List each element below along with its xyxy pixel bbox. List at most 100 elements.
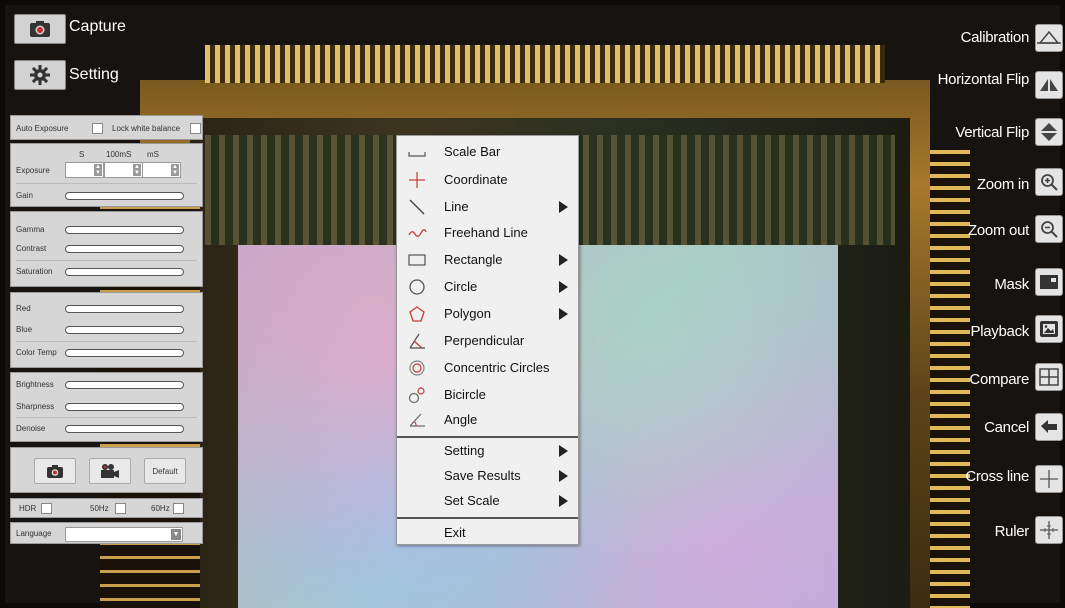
menu-item-exit[interactable]: Exit: [397, 520, 578, 546]
menu-item-freehand-line[interactable]: Freehand Line: [397, 220, 578, 246]
cross-line-label[interactable]: Cross line: [965, 468, 1029, 486]
cancel-label[interactable]: Cancel: [984, 419, 1029, 437]
red-slider[interactable]: [65, 305, 184, 313]
playback-label[interactable]: Playback: [971, 323, 1030, 341]
denoise-row: Denoise: [11, 421, 202, 437]
sharpness-slider[interactable]: [65, 403, 184, 411]
denoise-slider[interactable]: [65, 425, 184, 433]
brightness-row: Brightness: [11, 377, 202, 393]
compare-button[interactable]: [1035, 363, 1063, 391]
menu-item-line[interactable]: Line: [397, 194, 578, 220]
calibration-button[interactable]: [1035, 24, 1063, 52]
brightness-slider[interactable]: [65, 381, 184, 389]
menu-item-label: Line: [444, 199, 469, 214]
50hz-checkbox[interactable]: [115, 503, 126, 514]
compare-label[interactable]: Compare: [969, 371, 1029, 389]
color-panel: Red Blue Color Temp: [10, 292, 203, 368]
menu-item-bicircle[interactable]: Bicircle: [397, 382, 578, 408]
vertical-flip-label[interactable]: Vertical Flip: [955, 124, 1029, 142]
vertical-flip-button[interactable]: [1035, 118, 1063, 146]
mask-button[interactable]: [1035, 268, 1063, 296]
menu-item-label: Concentric Circles: [444, 360, 550, 375]
zoom-out-label[interactable]: Zoom out: [968, 222, 1029, 240]
menu-item-set-scale[interactable]: Set Scale: [397, 488, 578, 514]
exposure-100ms-spinner[interactable]: ▲ ▼: [104, 162, 143, 178]
gain-slider[interactable]: [65, 192, 184, 200]
menu-item-angle[interactable]: Angle: [397, 407, 578, 433]
saturation-slider[interactable]: [65, 268, 184, 276]
calibration-icon: [1037, 30, 1061, 44]
color-temp-slider[interactable]: [65, 349, 184, 357]
zoom-in-label[interactable]: Zoom in: [977, 176, 1029, 194]
cancel-button[interactable]: [1035, 413, 1063, 441]
menu-item-label: Set Scale: [444, 493, 500, 508]
gamma-row: Gamma: [11, 222, 202, 238]
setting-label[interactable]: Setting: [69, 65, 119, 85]
setting-button[interactable]: [14, 60, 66, 90]
measurement-context-menu: Scale Bar Coordinate Line Freehand Line …: [396, 135, 579, 545]
circle-icon: [409, 279, 425, 295]
60hz-checkbox[interactable]: [173, 503, 184, 514]
chevron-down-icon[interactable]: ▼: [171, 529, 181, 540]
sharpness-row: Sharpness: [11, 399, 202, 415]
submenu-arrow-icon: [559, 445, 568, 457]
horizontal-flip-button[interactable]: [1035, 71, 1063, 99]
menu-item-coordinate[interactable]: Coordinate: [397, 167, 578, 193]
exposure-label: Exposure: [16, 166, 50, 175]
auto-exposure-checkbox[interactable]: [92, 123, 103, 134]
menu-item-save-results[interactable]: Save Results: [397, 463, 578, 489]
mask-label[interactable]: Mask: [994, 276, 1029, 294]
menu-item-label: Angle: [444, 412, 478, 427]
action-panel: Default: [10, 447, 203, 493]
ruler-label[interactable]: Ruler: [995, 523, 1030, 541]
menu-item-concentric-circles[interactable]: Concentric Circles: [397, 355, 578, 381]
exposure-seconds-spinner[interactable]: ▲ ▼: [65, 162, 104, 178]
menu-item-setting[interactable]: Setting: [397, 438, 578, 464]
zoom-out-button[interactable]: [1035, 215, 1063, 243]
menu-item-perpendicular[interactable]: Perpendicular: [397, 328, 578, 354]
rectangle-icon: [408, 254, 426, 266]
menu-item-circle[interactable]: Circle: [397, 274, 578, 300]
flicker-panel: HDR 50Hz 60Hz: [10, 498, 203, 518]
video-camera-icon: [101, 464, 119, 478]
divider: [16, 417, 197, 418]
spinner-arrows-icon[interactable]: ▲ ▼: [94, 164, 102, 176]
language-select[interactable]: ▼: [65, 527, 183, 542]
blue-slider[interactable]: [65, 326, 184, 334]
menu-item-rectangle[interactable]: Rectangle: [397, 247, 578, 273]
record-video-button[interactable]: [89, 458, 131, 484]
capture-button[interactable]: [14, 14, 66, 44]
hdr-checkbox[interactable]: [41, 503, 52, 514]
gamma-label: Gamma: [16, 225, 45, 234]
calibration-label[interactable]: Calibration: [961, 29, 1030, 47]
menu-item-scale-bar[interactable]: Scale Bar: [397, 139, 578, 165]
horizontal-flip-icon: [1040, 79, 1058, 91]
camera-icon: [47, 464, 63, 478]
menu-item-label: Polygon: [444, 306, 491, 321]
snapshot-button[interactable]: [34, 458, 76, 484]
menu-item-label: Rectangle: [444, 252, 503, 267]
enhance-panel: Brightness Sharpness Denoise: [10, 372, 203, 442]
spinner-arrows-icon[interactable]: ▲ ▼: [133, 164, 141, 176]
spinner-arrows-icon[interactable]: ▲ ▼: [171, 164, 179, 176]
undo-icon: [1041, 420, 1057, 433]
lock-white-balance-label: Lock white balance: [112, 124, 181, 133]
cross-line-button[interactable]: [1035, 465, 1063, 493]
polygon-icon: [409, 306, 425, 322]
menu-item-polygon[interactable]: Polygon: [397, 301, 578, 327]
exposure-ms-spinner[interactable]: ▲ ▼: [142, 162, 181, 178]
zoom-in-button[interactable]: [1035, 168, 1063, 196]
auto-exposure-label: Auto Exposure: [16, 124, 69, 133]
bicircle-icon: [408, 387, 425, 404]
ruler-button[interactable]: [1035, 516, 1063, 544]
menu-item-label: Coordinate: [444, 172, 508, 187]
horizontal-flip-label[interactable]: Horizontal Flip: [938, 71, 1030, 89]
playback-button[interactable]: [1035, 315, 1063, 343]
lock-white-balance-checkbox[interactable]: [190, 123, 201, 134]
saturation-row: Saturation: [11, 264, 202, 280]
contrast-slider[interactable]: [65, 245, 184, 253]
default-button[interactable]: Default: [144, 458, 186, 484]
brightness-label: Brightness: [16, 380, 54, 389]
gamma-slider[interactable]: [65, 226, 184, 234]
capture-label[interactable]: Capture: [69, 17, 126, 37]
